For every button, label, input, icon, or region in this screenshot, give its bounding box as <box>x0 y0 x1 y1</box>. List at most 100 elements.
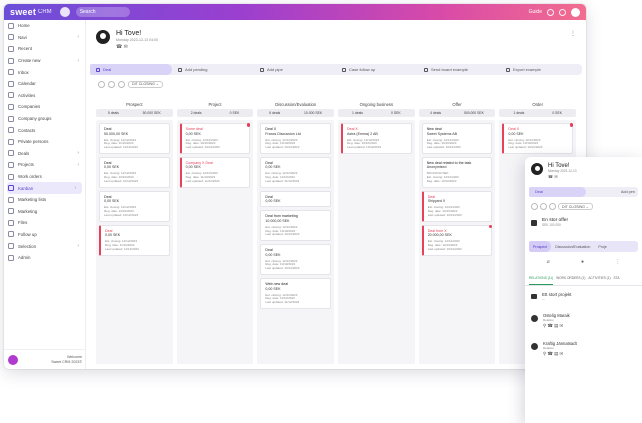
refresh-icon[interactable] <box>108 80 115 88</box>
mobile-action-add[interactable]: Add pen <box>621 190 635 194</box>
settings-icon[interactable] <box>118 80 125 88</box>
refresh-icon[interactable] <box>540 203 547 210</box>
home-icon[interactable] <box>59 7 70 17</box>
deal-card[interactable]: Deal from marketing 10.000,00 SEK Est. clo… <box>260 210 332 242</box>
column-title: Project <box>208 102 222 107</box>
deal-card[interactable]: Deal 0,00 SEK Est. closing: 12/12/2023 Reg.… <box>260 244 332 276</box>
mobile-project[interactable]: Ett stort projekt — <box>525 286 642 307</box>
person-contact-icons[interactable]: ⚲ ☎ ▤ ✉ <box>543 351 577 357</box>
notification-icon[interactable] <box>559 8 566 16</box>
page-title: Hi Tove! <box>116 30 142 37</box>
deal-card[interactable]: Deal 0,00 SEK Est. closing: 12/12/2023 Reg.… <box>99 156 170 188</box>
deal-card-meta: Est. closing: 12/12/2023 Reg. date: 11/10… <box>265 293 326 305</box>
search-input[interactable]: Search <box>75 7 130 17</box>
mobile-deal[interactable]: En stor offer SEK 100 000 <box>525 210 642 227</box>
column-sum: 0 SEK <box>391 111 401 115</box>
sidebar-item-activities[interactable]: Activities <box>4 90 85 102</box>
sidebar-item-label: Navi <box>18 34 27 40</box>
sidebar-user[interactable]: Welcome Sweet CRM 2023© <box>4 349 86 369</box>
guide-link[interactable]: Guide <box>529 9 542 15</box>
sidebar-item-home[interactable]: Home <box>4 20 85 32</box>
sidebar-item-label: Marketing <box>18 208 38 214</box>
mobile-tab[interactable]: ACTIVITIES (1) <box>588 272 610 285</box>
deal-card[interactable]: New deal Sweet Systems AB Est. closing: 12… <box>421 123 493 154</box>
sidebar-item-company-groups[interactable]: Company groups <box>4 113 85 125</box>
sidebar-item-calendar[interactable]: Calendar <box>4 78 85 90</box>
action-icon <box>260 67 264 72</box>
sidebar-item-follow-up[interactable]: Follow up <box>4 229 85 241</box>
sidebar-item-marketing[interactable]: Marketing <box>4 206 85 218</box>
deal-card[interactable]: Deal 0,00 SEK Est. closing: 12/12/2023 Reg.… <box>99 224 170 256</box>
deal-card[interactable]: Deal 0,00 SEK <box>260 190 332 208</box>
sidebar-item-recent[interactable]: Recent <box>4 43 85 55</box>
person-icon <box>531 343 538 350</box>
deal-card[interactable]: Deal X Astra (Emma) 2 AB Est. closing: 12/… <box>341 123 412 154</box>
mobile-filter-chip-label: DIT CLOSING <box>562 204 585 209</box>
attachment-icon[interactable]: ⌀ <box>547 259 550 265</box>
deal-card[interactable]: Deal 0,00 SEK Est. closing: 12/12/2023 Reg.… <box>99 190 170 222</box>
mobile-filter-chip[interactable]: DIT CLOSING ⌄ <box>558 203 593 210</box>
mobile-tab[interactable]: WORK ORDERS (1) <box>556 272 585 285</box>
sidebar-item-deals[interactable]: Deals › <box>4 148 85 160</box>
sidebar-item-navi[interactable]: Navi ‹ <box>4 32 85 44</box>
sidebar-item-projects[interactable]: Projects › <box>4 159 85 171</box>
settings-icon[interactable] <box>549 203 556 210</box>
sidebar-item-work-orders[interactable]: Work orders <box>4 171 85 183</box>
mobile-tab[interactable]: RELATIONS (11) <box>529 272 554 285</box>
deal-card[interactable]: Deal 0,00 SEK Est. closing: 12/12/2023 Reg.… <box>260 156 332 188</box>
brand-logo[interactable]: sweet <box>10 7 36 17</box>
mobile-stage[interactable]: Discussion/Evaluation <box>551 241 594 252</box>
sidebar-item-selection[interactable]: Selection › <box>4 240 85 252</box>
sidebar-item-files[interactable]: Files <box>4 217 85 229</box>
mobile-stage[interactable]: Proje <box>594 241 610 252</box>
mobile-person[interactable]: Ostelig Maraik Relation ⚲ ☎ ▤ ✉ <box>525 307 642 335</box>
kanban-column: Project 2 deals 0 SEK Some deal 0,00 SEK Est.… <box>176 102 254 364</box>
mobile-contact-icons[interactable]: ☎ ✉ <box>548 174 577 179</box>
action-send-board-example[interactable]: Send board example <box>418 64 500 75</box>
action-case-follow-up[interactable]: Case follow up <box>336 64 418 75</box>
sidebar-item-inbox[interactable]: Inbox <box>4 66 85 78</box>
topbar-actions: Guide <box>529 7 580 17</box>
filter-icon[interactable] <box>98 80 105 88</box>
action-add-pending[interactable]: Add pending <box>172 64 254 75</box>
action-add-pipe[interactable]: Add pipe <box>254 64 336 75</box>
filter-chip[interactable]: DIT CLOSING ⌄ <box>128 80 163 88</box>
user-avatar[interactable] <box>571 7 580 17</box>
sidebar-item-icon <box>8 219 14 226</box>
sidebar-item-private-persons[interactable]: Private persons <box>4 136 85 148</box>
more-icon[interactable]: ⋮ <box>615 259 620 265</box>
deal-card-meta-line: Last updated: 10/12/2023 <box>104 178 139 183</box>
person-contact-icons[interactable]: ⚲ ☎ ▤ ✉ <box>543 323 570 329</box>
help-icon[interactable] <box>547 8 554 16</box>
deal-card[interactable]: Deal 50.000,00 SEK Est. closing: 12/12/202… <box>99 123 170 154</box>
deal-card[interactable]: Web new deal 0,00 SEK Est. closing: 12/12/… <box>260 278 332 309</box>
contact-icons[interactable]: ☎ ✉ <box>116 44 158 50</box>
sidebar-item-kanban[interactable]: Kanban › <box>7 182 82 194</box>
mobile-stage[interactable]: Prospect <box>529 241 552 252</box>
deal-card[interactable]: Some deal 0,00 SEK Est. closing: 12/12/202… <box>179 123 251 154</box>
more-menu-icon[interactable]: ⋮ <box>570 30 576 37</box>
tag-icon[interactable]: ● <box>581 259 584 265</box>
sidebar-item-companies[interactable]: Companies <box>4 101 85 113</box>
action-deal[interactable]: Deal <box>90 64 172 75</box>
deal-card-value: 0,00 SEK <box>265 286 281 291</box>
deal-card[interactable]: Deal X 0,00 SEK Est. closing: 12/12/2023 Re… <box>502 123 574 154</box>
deal-card[interactable]: Deal from X 20.000,00 SEK Est. closing: 12… <box>421 224 493 256</box>
mobile-tab[interactable]: STA <box>614 272 620 285</box>
deal-card[interactable]: New deal related to the task Anonymised 50… <box>421 156 493 188</box>
sidebar-item-create-new[interactable]: Create new › <box>4 55 85 67</box>
deal-card-value: 0,00 SEK <box>265 199 281 204</box>
column-title: Ongoing business <box>359 102 394 107</box>
action-label: Deal <box>103 67 112 72</box>
mobile-person[interactable]: Kraftig Jännatsadt Relation ⚲ ☎ ▤ ✉ <box>525 335 642 363</box>
deal-card[interactable]: Company X Deal 0,00 SEK Est. closing: 12/1… <box>179 156 251 188</box>
mobile-action-deal[interactable]: Deal <box>529 187 587 197</box>
sidebar-item-admin[interactable]: Admin <box>4 252 85 264</box>
filter-icon[interactable] <box>531 203 538 210</box>
action-export-example[interactable]: Export example <box>500 64 582 75</box>
deal-card[interactable]: Deal Shipyard X Est. closing: 12/12/2023 Re… <box>421 190 493 222</box>
sidebar-item-marketing-lists[interactable]: Marketing lists <box>4 194 85 206</box>
column-summary: 6 deals 10.000 SEK <box>257 109 335 117</box>
deal-card[interactable]: Deal X Francs Discussion Ltd Est. closing:… <box>260 123 332 154</box>
sidebar-item-contacts[interactable]: Contacts <box>4 124 85 136</box>
